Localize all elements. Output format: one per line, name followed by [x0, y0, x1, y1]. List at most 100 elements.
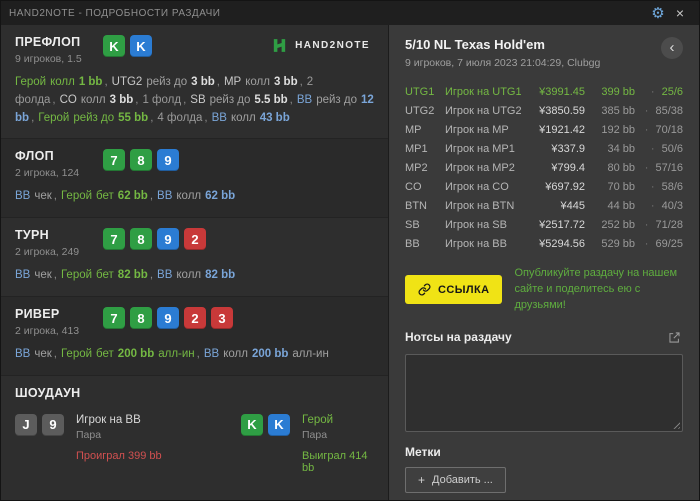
- action-verb: колл: [50, 76, 75, 88]
- player-row[interactable]: UTG1 Игрок на UTG1 ( ¥3991.45 399 bb 25/…: [405, 82, 683, 101]
- card: 9: [157, 228, 179, 251]
- hand-details-panel: 5/10 NL Texas Hold'em 9 игроков, 7 июля …: [389, 25, 699, 500]
- action-actor: BB: [157, 269, 173, 282]
- details-header: 5/10 NL Texas Hold'em 9 игроков, 7 июля …: [405, 37, 683, 69]
- street-title: ФЛОП: [15, 149, 54, 164]
- card: K: [130, 35, 152, 57]
- player-name: Игрок на MP2: [445, 161, 515, 174]
- street-title: РИВЕР: [15, 307, 60, 322]
- card-rank: 7: [110, 310, 118, 326]
- result-lost: Проиграл 399 bb: [76, 449, 162, 462]
- showdown-player-villain: J9 Игрок на BB Пара Проиграл 399 bb: [15, 413, 241, 474]
- action-amount: 3 bb: [191, 76, 215, 88]
- player-stat: 69/25: [635, 238, 683, 250]
- player-name: Игрок на SB: [445, 218, 507, 231]
- share-row: ССЫЛКА Опубликуйте раздачу на нашем сайт…: [405, 266, 683, 314]
- card: 9: [42, 413, 64, 436]
- player-row[interactable]: MP1 Игрок на MP1 ¥337.9 34 bb 50/6: [405, 139, 683, 158]
- action: Герой рейз до 55 bb: [38, 112, 157, 124]
- action-amount: 3 bb: [273, 76, 298, 88]
- card: K: [241, 413, 263, 436]
- link-button[interactable]: ССЫЛКА: [405, 275, 503, 305]
- chevron-left-icon: ‹: [669, 38, 675, 56]
- game-title: 5/10 NL Texas Hold'em: [405, 37, 545, 52]
- player-stack-bb: 34 bb: [607, 142, 635, 155]
- notes-header: Нотсы на раздачу: [405, 329, 683, 346]
- open-notes-external-button[interactable]: [666, 329, 683, 346]
- close-button[interactable]: ×: [669, 2, 691, 24]
- action-verb: 4 фолда: [157, 111, 203, 124]
- action-verb: колл: [176, 269, 202, 282]
- player-position: CO: [405, 180, 422, 193]
- gear-icon: ⚙: [651, 4, 665, 22]
- settings-button[interactable]: ⚙: [647, 2, 669, 24]
- player-row[interactable]: MP2 Игрок на MP2 ¥799.4 80 bb 57/16: [405, 158, 683, 177]
- add-label-button[interactable]: + Добавить ...: [405, 466, 506, 493]
- card-rank: 3: [218, 310, 226, 326]
- action-amount: 82 bb: [205, 269, 236, 282]
- action: BB колл 82 bb: [157, 269, 235, 281]
- player-stack: ¥337.9: [551, 142, 585, 155]
- share-text: Опубликуйте раздачу на нашем сайте и под…: [514, 267, 678, 311]
- action: CO колл 3 bb: [60, 94, 143, 106]
- card-rank: 8: [137, 231, 145, 247]
- action-amount: 62 bb: [117, 190, 148, 203]
- street-section-preflop: ПРЕФЛОП 9 игроков, 1.5 KK HAND2NOTE Геро…: [1, 25, 388, 140]
- bottom-actions: КОПИРОВАТЬ ТЕКСТ: [405, 493, 683, 500]
- card-rank: J: [22, 417, 30, 433]
- action-verb: колл: [176, 190, 202, 203]
- street-section-turn: ТУРН 2 игрока, 249 7892 BBчекГеройбет82 …: [1, 218, 388, 298]
- player-stack-bb: 252 bb: [601, 218, 635, 231]
- player-stack: ¥445: [560, 199, 585, 212]
- player-name: Игрок на MP1: [445, 142, 515, 155]
- player-stack: ¥3850.59: [539, 104, 585, 117]
- card: 9: [157, 149, 179, 172]
- player-stat: 85/38: [635, 105, 683, 117]
- player-stack-bb: 529 bb: [601, 237, 635, 250]
- player-name: Игрок на BTN: [445, 199, 515, 212]
- street-actions: BBчекГеройбет200 bbалл-инBBколл200 bbалл…: [15, 346, 374, 364]
- game-subtitle: 9 игроков, 7 июля 2023 21:04:29, Clubgg: [405, 57, 601, 69]
- action-verb: бет: [96, 348, 114, 361]
- board-cards: 7 8 9 2 3: [103, 307, 233, 330]
- player-stat: 70/18: [635, 124, 683, 136]
- board-cards: 7 8 9 2: [103, 228, 206, 251]
- showdown-player-hero: KK Герой Пара Выиграл 414 bb: [241, 413, 374, 474]
- villain-cards: J9: [15, 413, 64, 474]
- notes-textarea[interactable]: [405, 353, 683, 432]
- player-stat: 40/3: [635, 200, 683, 212]
- player-row[interactable]: SB Игрок на SB ¥2517.72 252 bb 71/28: [405, 215, 683, 234]
- player-row[interactable]: CO Игрок на CO ¥697.92 70 bb 58/6: [405, 177, 683, 196]
- street-subtitle: 9 игроков, 1.5: [15, 53, 82, 65]
- action-actor: Герой: [38, 111, 70, 124]
- player-name: Герой: [302, 413, 334, 426]
- card: 8: [130, 228, 152, 251]
- action-verb: колл: [223, 348, 248, 361]
- showdown-section: ШОУДАУН J9 Игрок на BB Пара Проиграл 399…: [1, 375, 388, 500]
- player-row[interactable]: BB Игрок на BB ¥5294.56 529 bb 69/25: [405, 234, 683, 253]
- player-name: Игрок на UTG1 (: [445, 85, 521, 98]
- card: J: [15, 413, 37, 436]
- player-stat: 25/6: [635, 86, 683, 98]
- street-subtitle: 2 игрока, 124: [15, 167, 80, 180]
- card-rank: K: [109, 38, 119, 54]
- main-area: ПРЕФЛОП 9 игроков, 1.5 KK HAND2NOTE Геро…: [1, 25, 699, 500]
- card-rank: 9: [49, 417, 57, 433]
- action: BB чек: [15, 348, 61, 360]
- action-suffix: алл-ин: [292, 348, 329, 361]
- player-row[interactable]: UTG2 Игрок на UTG2 ¥3850.59 385 bb 85/38: [405, 101, 683, 120]
- player-name: Игрок на UTG2: [445, 104, 521, 117]
- action-actor: BB: [203, 348, 220, 361]
- street-actions: BBчекГеройбет82 bbBBколл82 bb: [15, 267, 374, 285]
- player-row[interactable]: MP Игрок на MP ¥1921.42 192 bb 70/18: [405, 120, 683, 139]
- player-row[interactable]: BTN Игрок на BTN ¥445 44 bb 40/3: [405, 196, 683, 215]
- action: Герой бет 200 bb алл-ин: [61, 348, 204, 360]
- action-verb: чек: [34, 348, 52, 361]
- window-title: HAND2NOTE - ПОДРОБНОСТИ РАЗДАЧИ: [9, 7, 221, 19]
- back-button[interactable]: ‹: [661, 37, 683, 59]
- result-won: Выиграл 414 bb: [302, 449, 368, 474]
- action-amount: 55 bb: [118, 111, 149, 124]
- action-actor: BB: [296, 93, 313, 106]
- player-stack: ¥697.92: [545, 180, 585, 193]
- street-title: ТУРН: [15, 228, 49, 243]
